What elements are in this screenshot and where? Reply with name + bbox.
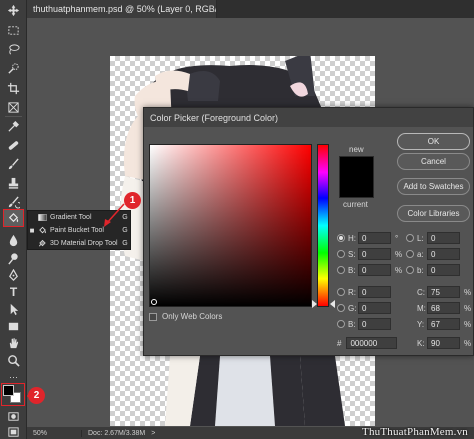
annotation-badge-2: 2 (28, 387, 45, 404)
watermark-text: ThuThuatPhanMem.vn (362, 426, 468, 438)
status-menu-arrow-icon[interactable]: > (151, 430, 155, 437)
annotation-arrows (27, 203, 125, 397)
zoom-level[interactable]: 50% (27, 429, 82, 437)
fg-bg-highlight-frame (1, 383, 25, 406)
document-size: Doc: 2.67M/3.38M (88, 429, 146, 437)
annotation-badge-1: 1 (124, 192, 141, 209)
